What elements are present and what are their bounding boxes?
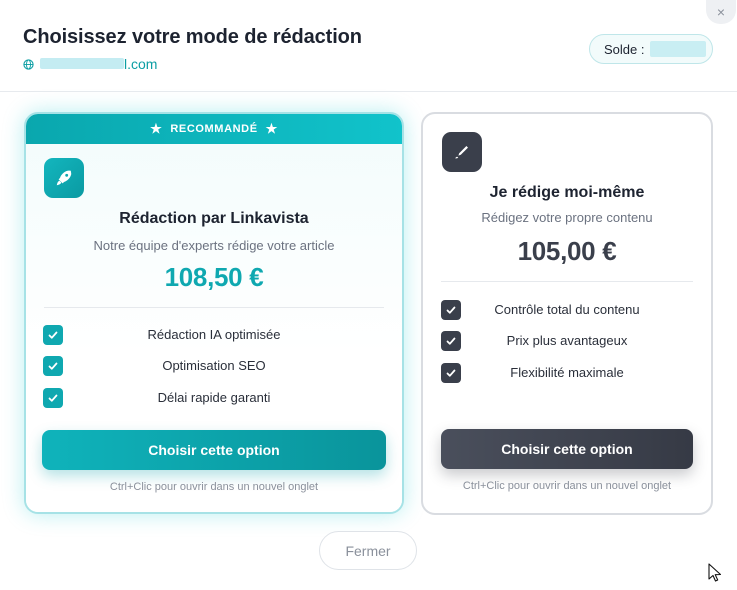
mouse-cursor-icon [708, 563, 722, 582]
star-icon: ★ [150, 121, 163, 136]
site-domain-text: l.com [40, 56, 157, 72]
feature-label: Optimisation SEO [162, 358, 266, 373]
modal-header: Choisissez votre mode de rédaction l.com… [0, 0, 737, 92]
divider [441, 281, 693, 282]
option-subtitle: Rédigez votre propre contenu [481, 210, 653, 225]
option-price: 105,00 € [517, 236, 617, 266]
feature-label: Flexibilité maximale [510, 365, 624, 380]
option-price: 108,50 € [164, 262, 264, 292]
modal-title: Choisissez votre mode de rédaction [23, 26, 362, 48]
option-subtitle: Notre équipe d'experts rédige votre arti… [93, 238, 335, 253]
feature-item: Rédaction IA optimisée [26, 324, 402, 346]
option-title: Rédaction par Linkavista [119, 210, 309, 227]
star-icon: ★ [265, 121, 278, 136]
site-domain: l.com [23, 56, 157, 72]
choose-self-writing-button[interactable]: Choisir cette option [441, 429, 693, 469]
pen-icon [442, 132, 482, 172]
feature-item: Optimisation SEO [26, 355, 402, 377]
ctrl-click-hint: Ctrl+Clic pour ouvrir dans un nouvel ong… [109, 481, 319, 493]
feature-label: Délai rapide garanti [157, 390, 271, 405]
option-title: Je rédige moi-même [489, 184, 645, 201]
rocket-icon [44, 158, 84, 198]
option-card-linkavista[interactable]: ★ RECOMMANDÉ ★ Rédaction par Linkavista … [24, 112, 404, 514]
feature-item: Délai rapide garanti [26, 387, 402, 409]
feature-item: Flexibilité maximale [423, 362, 711, 384]
feature-label: Contrôle total du contenu [494, 302, 640, 317]
feature-item: Contrôle total du contenu [423, 299, 711, 321]
divider [44, 307, 384, 308]
globe-icon [23, 58, 34, 70]
choose-linkavista-button[interactable]: Choisir cette option [42, 430, 386, 470]
recommended-ribbon: ★ RECOMMANDÉ ★ [26, 114, 402, 144]
feature-label: Prix plus avantageux [506, 333, 628, 348]
balance-badge: Solde : [589, 34, 713, 64]
redacted-balance [650, 41, 707, 57]
mode-selection-modal: Choisissez votre mode de rédaction l.com… [0, 0, 737, 590]
redacted-domain [40, 58, 124, 69]
option-card-self-writing[interactable]: Je rédige moi-même Rédigez votre propre … [421, 112, 713, 515]
close-button[interactable]: Fermer [319, 531, 417, 570]
feature-label: Rédaction IA optimisée [147, 327, 281, 342]
recommended-label: RECOMMANDÉ [170, 123, 258, 135]
feature-item: Prix plus avantageux [423, 330, 711, 352]
ctrl-click-hint: Ctrl+Clic pour ouvrir dans un nouvel ong… [462, 480, 672, 492]
balance-label: Solde : [604, 41, 645, 57]
